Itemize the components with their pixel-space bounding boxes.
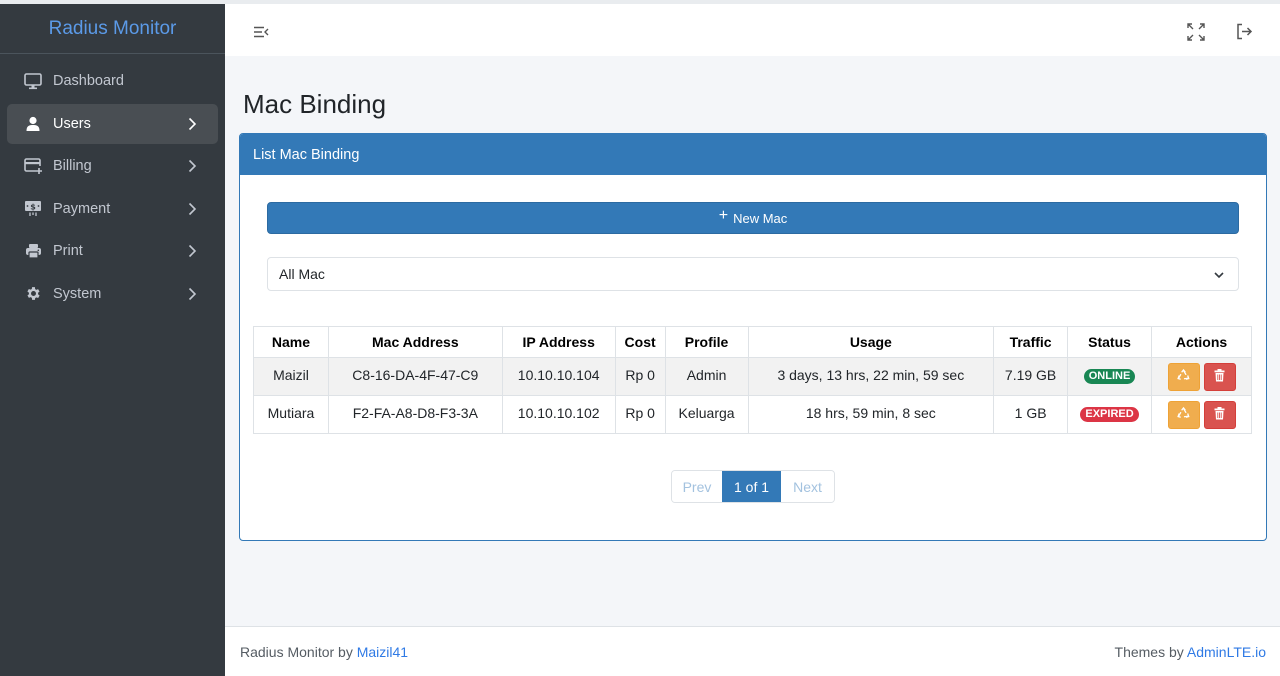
logout-icon <box>1236 23 1253 43</box>
desktop-icon <box>23 72 43 90</box>
column-header-status[interactable]: Status <box>1067 326 1152 358</box>
cell-name: Maizil <box>253 357 329 396</box>
column-header-actions: Actions <box>1151 326 1252 358</box>
footer: Radius Monitor by Maizil41 Themes by Adm… <box>225 626 1280 676</box>
sidebar: Radius Monitor Dashboard Users Billing $… <box>0 4 225 676</box>
logout-button[interactable] <box>1233 22 1255 44</box>
plus-icon: + <box>718 207 729 224</box>
recycle-icon <box>1177 406 1190 423</box>
cell-cost: Rp 0 <box>614 395 666 434</box>
mac-filter-value: All Mac <box>279 266 325 282</box>
table-header-row: Name Mac Address IP Address Cost Profile… <box>253 326 1252 358</box>
chevron-right-icon <box>186 159 198 173</box>
mac-binding-card: List Mac Binding + New Mac All Mac Name <box>239 133 1267 541</box>
brand-title: Radius Monitor <box>48 17 177 39</box>
page-title: Mac Binding <box>243 89 387 119</box>
chevron-right-icon <box>186 117 198 131</box>
content-wrapper: Mac Binding List Mac Binding + New Mac A… <box>225 56 1280 626</box>
cell-status: ONLINE <box>1067 357 1152 396</box>
cell-actions <box>1151 357 1252 396</box>
status-badge: EXPIRED <box>1080 406 1139 422</box>
cell-status: EXPIRED <box>1067 395 1152 434</box>
cell-ip-address: 10.10.10.102 <box>501 395 616 434</box>
mac-filter-select[interactable]: All Mac <box>267 257 1239 291</box>
cell-profile: Admin <box>664 357 749 396</box>
adminlte-link[interactable]: AdminLTE.io <box>1187 644 1266 660</box>
cell-traffic: 7.19 GB <box>993 357 1069 396</box>
credit-card-plus-icon <box>23 157 43 175</box>
menu-collapse-icon <box>253 25 269 41</box>
cell-traffic: 1 GB <box>993 395 1069 434</box>
sidebar-item-dashboard[interactable]: Dashboard <box>7 61 218 101</box>
card-header: List Mac Binding <box>240 134 1266 175</box>
cell-actions <box>1151 395 1252 434</box>
column-header-traffic[interactable]: Traffic <box>993 326 1069 358</box>
new-mac-label: New Mac <box>733 210 788 226</box>
card-title: List Mac Binding <box>253 146 360 163</box>
delete-button[interactable] <box>1203 362 1236 391</box>
sidebar-item-label: Users <box>53 115 91 132</box>
sidebar-item-label: System <box>53 285 102 302</box>
footer-theme-text: Themes by <box>1114 643 1187 660</box>
sidebar-item-system[interactable]: System <box>7 274 218 314</box>
trash-icon <box>1214 406 1225 423</box>
sidebar-item-payment[interactable]: $ Payment <box>7 189 218 229</box>
cell-mac-address: F2-FA-A8-D8-F3-3A <box>327 395 503 434</box>
sidebar-item-label: Billing <box>53 158 92 174</box>
cell-usage: 3 days, 13 hrs, 22 min, 59 sec <box>747 357 995 396</box>
renew-button[interactable] <box>1167 362 1200 391</box>
sidebar-item-billing[interactable]: Billing <box>7 146 218 186</box>
svg-text:$: $ <box>30 202 36 211</box>
cell-usage: 18 hrs, 59 min, 8 sec <box>747 395 995 434</box>
chevron-right-icon <box>186 287 198 301</box>
pagination: Prev 1 of 1 Next <box>671 470 835 503</box>
cell-profile: Keluarga <box>664 395 749 434</box>
chevron-down-icon <box>1213 268 1225 280</box>
renew-button[interactable] <box>1167 400 1200 429</box>
footer-credit-text: Radius Monitor by <box>240 643 357 660</box>
menu-toggle-button[interactable] <box>250 22 272 44</box>
brand[interactable]: Radius Monitor <box>0 4 225 54</box>
new-mac-button[interactable]: + New Mac <box>267 202 1239 234</box>
chevron-right-icon <box>186 202 198 216</box>
gear-icon <box>23 285 43 303</box>
column-header-mac-address[interactable]: Mac Address <box>327 326 503 358</box>
money-bill-icon: $ <box>23 200 43 218</box>
footer-right: Themes by AdminLTE.io <box>1115 644 1266 660</box>
footer-left: Radius Monitor by Maizil41 <box>240 644 408 660</box>
column-header-ip-address[interactable]: IP Address <box>501 326 616 358</box>
delete-button[interactable] <box>1203 400 1236 429</box>
status-badge: ONLINE <box>1083 368 1136 384</box>
pagination-next[interactable]: Next <box>781 471 834 502</box>
sidebar-item-print[interactable]: Print <box>7 231 218 271</box>
sidebar-item-label: Dashboard <box>53 73 124 89</box>
sidebar-item-users[interactable]: Users <box>7 103 218 144</box>
mac-binding-table: Name Mac Address IP Address Cost Profile… <box>253 326 1252 434</box>
sidebar-item-label: Payment <box>53 200 111 217</box>
sidebar-nav: Dashboard Users Billing $ Payment Print … <box>0 54 225 314</box>
table-row: Maizil C8-16-DA-4F-47-C9 10.10.10.104 Rp… <box>253 357 1252 396</box>
author-link[interactable]: Maizil41 <box>357 644 408 660</box>
fullscreen-button[interactable] <box>1185 22 1207 44</box>
pagination-current: 1 of 1 <box>722 471 781 502</box>
cell-mac-address: C8-16-DA-4F-47-C9 <box>327 357 503 396</box>
top-navbar <box>225 4 1280 56</box>
user-icon <box>23 115 43 133</box>
printer-icon <box>23 242 43 260</box>
column-header-usage[interactable]: Usage <box>747 326 995 358</box>
column-header-profile[interactable]: Profile <box>664 326 749 358</box>
sidebar-item-label: Print <box>53 243 83 259</box>
cell-name: Mutiara <box>253 395 329 434</box>
cell-cost: Rp 0 <box>614 357 666 396</box>
recycle-icon <box>1177 368 1190 385</box>
trash-icon <box>1214 368 1225 385</box>
column-header-name[interactable]: Name <box>253 326 329 358</box>
pagination-prev[interactable]: Prev <box>672 471 722 502</box>
table-row: Mutiara F2-FA-A8-D8-F3-3A 10.10.10.102 R… <box>253 395 1252 434</box>
cell-ip-address: 10.10.10.104 <box>501 357 616 396</box>
fullscreen-icon <box>1187 22 1205 44</box>
chevron-right-icon <box>186 244 198 258</box>
column-header-cost[interactable]: Cost <box>614 326 666 358</box>
